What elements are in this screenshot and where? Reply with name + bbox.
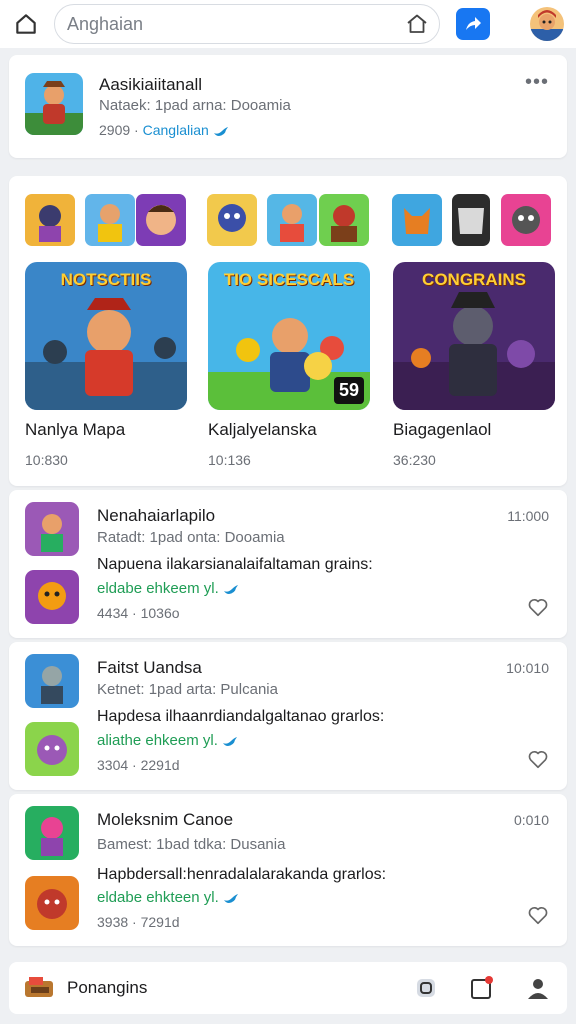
- profile-subtitle: Nataek: 1pad arna: Dooamia: [99, 97, 291, 114]
- search-input[interactable]: [67, 13, 405, 35]
- badge: 59: [333, 377, 364, 404]
- featured-title[interactable]: Biagagenlaol: [393, 420, 491, 440]
- like-icon[interactable]: [527, 596, 549, 618]
- game-thumb[interactable]: [319, 194, 369, 246]
- item-tagline: aliathe ehkeem yl.: [97, 732, 238, 749]
- game-thumb[interactable]: [136, 194, 186, 246]
- banner-text: CONGRAINS: [422, 270, 526, 289]
- item-description: Napuena ilakarsianalaifaltaman grains:: [97, 556, 373, 573]
- game-icon: [25, 722, 79, 776]
- item-description: Hapbdersall:henradalalarakanda grarlos:: [97, 866, 387, 883]
- more-options-icon[interactable]: •••: [525, 72, 549, 92]
- bird-icon: [213, 124, 229, 138]
- game-icon: [25, 876, 79, 930]
- profile-meta: 2909 · Canglalian: [99, 122, 229, 138]
- profile-link[interactable]: Canglalian: [143, 122, 209, 138]
- item-time: 11:000: [507, 508, 549, 524]
- game-thumb[interactable]: [267, 194, 317, 246]
- game-icon: [25, 570, 79, 624]
- bird-icon: [223, 891, 239, 905]
- featured-banner[interactable]: CONGRAINS: [393, 262, 555, 410]
- game-thumb[interactable]: [392, 194, 442, 246]
- camera-icon[interactable]: [411, 973, 441, 1003]
- home-outline-icon[interactable]: [405, 12, 429, 36]
- featured-count: 10:136: [208, 452, 251, 468]
- featured-count: 36:230: [393, 452, 436, 468]
- featured-count: 10:830: [25, 452, 68, 468]
- app-logo-icon[interactable]: [23, 975, 55, 1001]
- bottom-label[interactable]: Ponangins: [67, 978, 147, 998]
- item-tagline: eldabe ehkteen yl.: [97, 889, 239, 906]
- home-icon[interactable]: [12, 10, 40, 38]
- game-thumb[interactable]: [207, 194, 257, 246]
- item-time: 10:010: [506, 660, 549, 676]
- game-icon: [25, 502, 79, 556]
- list-item[interactable]: Faitst Uandsa 10:010 Ketnet: 1pad arta: …: [9, 642, 567, 790]
- share-button[interactable]: [456, 8, 490, 40]
- featured-banner[interactable]: TIO SICESCALS 59: [208, 262, 370, 410]
- game-thumb[interactable]: [85, 194, 135, 246]
- game-icon: [25, 73, 83, 135]
- item-stats: 3938 · 7291d: [97, 914, 180, 930]
- item-description: Hapdesa ilhaanrdiandalgaltanao grarlos:: [97, 708, 385, 725]
- featured-banner[interactable]: NOTSCTIIS: [25, 262, 187, 410]
- bottom-bar: Ponangins: [9, 962, 567, 1014]
- profile-count: 2909: [99, 122, 131, 138]
- bird-icon: [223, 582, 239, 596]
- item-tagline: eldabe ehkeem yl.: [97, 580, 239, 597]
- list-item[interactable]: Moleksnim Canoe 0:010 Bamest: 1bad tdka:…: [9, 794, 567, 946]
- notifications-icon[interactable]: [467, 973, 497, 1003]
- item-stats: 4434 · 1036o: [97, 605, 180, 621]
- bird-icon: [222, 734, 238, 748]
- featured-title[interactable]: Nanlya Mapa: [25, 420, 125, 440]
- game-icon: [25, 806, 79, 860]
- item-time: 0:010: [513, 812, 549, 828]
- like-icon[interactable]: [527, 748, 549, 770]
- item-title: Moleksnim Canoe: [97, 810, 234, 829]
- item-title: Faitst Uandsa: [97, 658, 202, 677]
- item-meta: Bamest: 1bad tdka: Dusania: [97, 836, 286, 853]
- game-icon: [25, 654, 79, 708]
- featured-card: NOTSCTIIS TIO SICESCALS 59 CONGRAINS Nan…: [9, 176, 567, 486]
- list-item[interactable]: Nenahaiarlapilo 11:000 Ratadt: 1pad onta…: [9, 490, 567, 638]
- banner-text: TIO SICESCALS: [223, 270, 355, 289]
- user-icon[interactable]: [523, 973, 553, 1003]
- like-icon[interactable]: [527, 904, 549, 926]
- featured-title[interactable]: Kaljalyelanska: [208, 420, 317, 440]
- game-thumb[interactable]: [25, 194, 75, 246]
- item-meta: Ketnet: 1pad arta: Pulcania: [97, 681, 278, 698]
- item-stats: 3304 · 2291d: [97, 757, 180, 773]
- item-meta: Ratadt: 1pad onta: Dooamia: [97, 529, 285, 546]
- avatar[interactable]: [530, 7, 564, 41]
- search-bar[interactable]: [54, 4, 440, 44]
- item-title: Nenahaiarlapilo: [97, 506, 216, 525]
- game-thumb[interactable]: [452, 194, 490, 246]
- banner-text: NOTSCTIIS: [60, 270, 152, 289]
- game-thumb[interactable]: [501, 194, 551, 246]
- profile-title: Aasikiaiitanall: [99, 75, 202, 94]
- top-bar: [0, 0, 576, 48]
- profile-card[interactable]: Aasikiaiitanall Nataek: 1pad arna: Dooam…: [9, 55, 567, 158]
